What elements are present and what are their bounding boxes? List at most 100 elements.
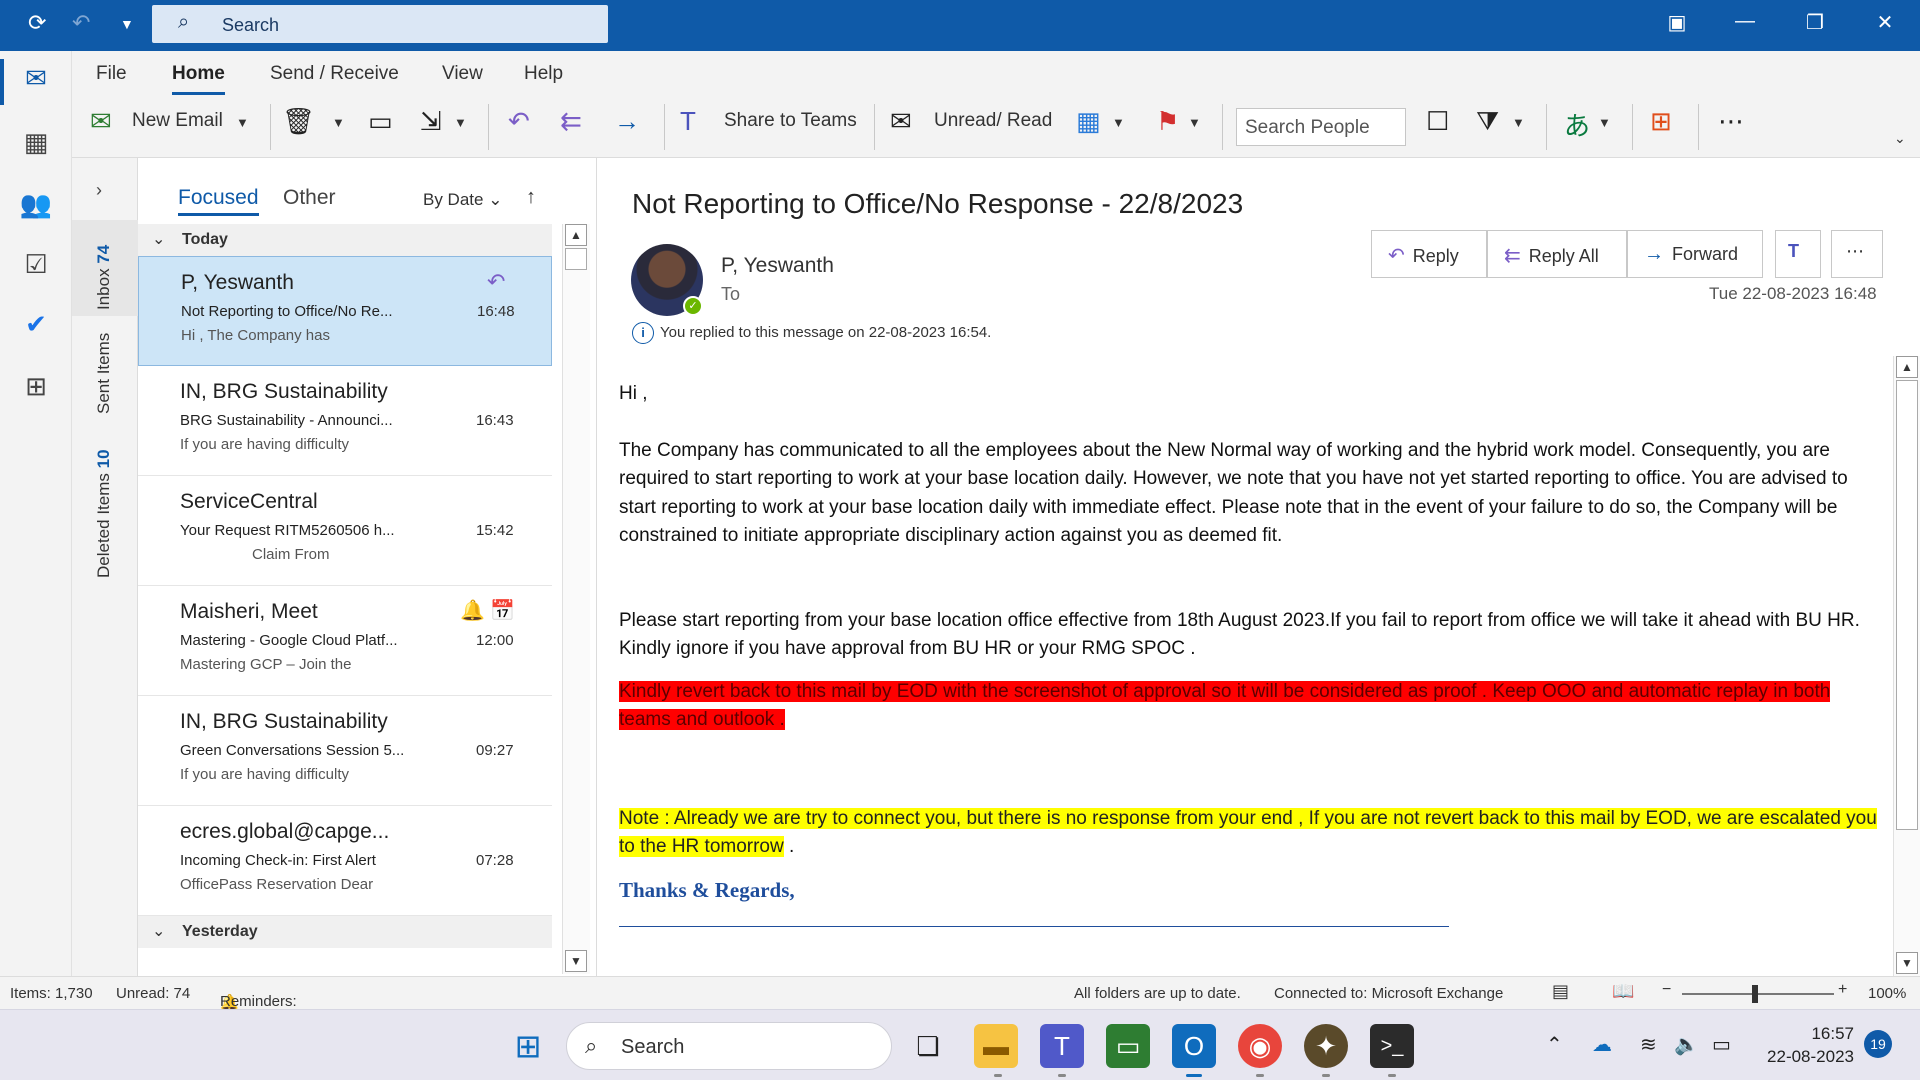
apps-icon[interactable]: ⊞: [18, 371, 54, 407]
reply-icon[interactable]: ↶: [508, 106, 530, 137]
mail-icon[interactable]: ✉: [18, 63, 54, 99]
flag-icon[interactable]: ⚑: [1156, 106, 1179, 137]
undo-icon[interactable]: ↶: [72, 10, 90, 36]
list-item[interactable]: IN, BRG Sustainability Green Conversatio…: [138, 696, 552, 806]
search-input[interactable]: ⌕ Search: [152, 5, 608, 43]
email-sender[interactable]: P, Yeswanth: [721, 254, 834, 278]
scroll-up-button[interactable]: ▲: [565, 224, 587, 246]
chrome-icon[interactable]: ◉: [1238, 1024, 1282, 1068]
scroll-down-button[interactable]: ▼: [1896, 952, 1918, 974]
message-list-scrollbar[interactable]: ▲ ▼: [562, 224, 590, 974]
file-explorer-icon[interactable]: ▬: [974, 1024, 1018, 1068]
battery-icon[interactable]: ▭: [1712, 1032, 1731, 1057]
addins-icon[interactable]: ⊞: [1650, 106, 1672, 137]
reply-button[interactable]: ↶ Reply: [1371, 230, 1487, 278]
chevron-up-icon[interactable]: ⌃: [1546, 1032, 1563, 1057]
reply-all-icon[interactable]: ⇇: [560, 106, 582, 137]
message-subject: Green Conversations Session 5...: [180, 742, 405, 759]
filter-dropdown-icon[interactable]: ▼: [1512, 115, 1525, 130]
list-item[interactable]: P, Yeswanth ↶ Not Reporting to Office/No…: [138, 256, 552, 366]
deleted-items-folder[interactable]: Deleted Items 10: [94, 449, 114, 578]
teams-chat-button[interactable]: T: [1775, 230, 1821, 278]
todo-icon[interactable]: ✔: [18, 309, 54, 345]
tab-home[interactable]: Home: [172, 63, 225, 95]
unread-read-button[interactable]: Unread/ Read: [934, 110, 1052, 132]
start-icon[interactable]: ⊞: [506, 1024, 550, 1068]
more-options-icon[interactable]: ⋯: [1718, 106, 1744, 137]
restore-button[interactable]: ❐: [1800, 10, 1830, 35]
zoom-out-button[interactable]: −: [1662, 981, 1671, 999]
onedrive-icon[interactable]: ☁: [1592, 1032, 1612, 1057]
system-clock[interactable]: 16:57 22-08-2023: [1754, 1022, 1854, 1068]
zoom-level[interactable]: 100%: [1868, 985, 1906, 1002]
close-button[interactable]: ✕: [1870, 10, 1900, 35]
teams-app-icon[interactable]: T: [1040, 1024, 1084, 1068]
sync-icon[interactable]: ⟳: [28, 10, 46, 36]
terminal-icon[interactable]: >_: [1370, 1024, 1414, 1068]
new-email-dropdown-icon[interactable]: ▼: [236, 115, 249, 130]
collapse-ribbon-icon[interactable]: ⌄: [1894, 130, 1906, 147]
sort-direction-icon[interactable]: ↑: [526, 186, 536, 209]
inbox-folder[interactable]: Inbox 74: [94, 245, 114, 310]
address-book-icon[interactable]: ☐: [1426, 106, 1449, 137]
volume-icon[interactable]: 🔈: [1674, 1032, 1699, 1057]
calendar-icon[interactable]: ▦: [18, 127, 54, 163]
list-item[interactable]: ecres.global@capge... Incoming Check-in:…: [138, 806, 552, 916]
ribbon-display-icon[interactable]: ▣: [1662, 10, 1692, 35]
group-header-today[interactable]: ⌄ Today: [138, 224, 552, 256]
translate-icon[interactable]: あ: [1564, 106, 1590, 143]
zoom-slider-thumb[interactable]: [1752, 985, 1758, 1003]
categorize-dropdown-icon[interactable]: ▼: [1112, 115, 1125, 130]
more-actions-button[interactable]: ⋯: [1831, 230, 1883, 278]
tab-other[interactable]: Other: [283, 186, 336, 210]
expand-folders-icon[interactable]: ›: [96, 180, 102, 201]
tab-file[interactable]: File: [96, 63, 127, 85]
share-to-teams-button[interactable]: Share to Teams: [724, 110, 857, 132]
tab-help[interactable]: Help: [524, 63, 563, 85]
move-icon[interactable]: ⇲: [420, 106, 442, 137]
tasks-icon[interactable]: ☑: [18, 249, 54, 285]
flag-dropdown-icon[interactable]: ▼: [1188, 115, 1201, 130]
reading-view-icon[interactable]: 📖: [1612, 981, 1634, 1002]
new-email-button[interactable]: New Email: [132, 110, 223, 132]
avatar[interactable]: ✓: [631, 244, 703, 316]
sort-by-date[interactable]: By Date ⌄: [423, 190, 502, 210]
sent-items-folder[interactable]: Sent Items: [94, 333, 114, 414]
wifi-icon[interactable]: ≋: [1640, 1032, 1657, 1057]
tab-view[interactable]: View: [442, 63, 483, 85]
delete-dropdown-icon[interactable]: ▼: [332, 115, 345, 130]
zoom-slider[interactable]: [1682, 993, 1834, 995]
zoom-in-button[interactable]: +: [1838, 981, 1847, 999]
task-view-icon[interactable]: ❏: [906, 1024, 950, 1068]
tab-send-receive[interactable]: Send / Receive: [270, 63, 399, 85]
group-header-yesterday[interactable]: ⌄ Yesterday: [138, 916, 552, 948]
normal-view-icon[interactable]: ▤: [1552, 981, 1569, 1002]
reply-all-button[interactable]: ⇇ Reply All: [1487, 230, 1627, 278]
forward-button[interactable]: → Forward: [1627, 230, 1763, 278]
list-item[interactable]: IN, BRG Sustainability BRG Sustainabilit…: [138, 366, 552, 476]
reading-pane-scrollbar[interactable]: ▲ ▼: [1893, 356, 1920, 976]
monitor-app-icon[interactable]: ▭: [1106, 1024, 1150, 1068]
tab-focused[interactable]: Focused: [178, 186, 259, 216]
people-icon[interactable]: 👥: [18, 189, 54, 225]
minimize-button[interactable]: —: [1730, 10, 1760, 33]
filter-icon[interactable]: ⧩: [1476, 106, 1499, 138]
list-item[interactable]: ServiceCentral Your Request RITM5260506 …: [138, 476, 552, 586]
categorize-icon[interactable]: ▦: [1076, 106, 1101, 137]
notification-badge[interactable]: 19: [1864, 1030, 1892, 1058]
scrollbar-thumb[interactable]: [565, 248, 587, 270]
scroll-up-button[interactable]: ▲: [1896, 356, 1918, 378]
move-dropdown-icon[interactable]: ▼: [454, 115, 467, 130]
list-item[interactable]: Maisheri, Meet 🔔 📅 Mastering - Google Cl…: [138, 586, 552, 696]
search-people-input[interactable]: Search People: [1236, 108, 1406, 146]
translate-dropdown-icon[interactable]: ▼: [1598, 115, 1611, 130]
scrollbar-thumb[interactable]: [1896, 380, 1918, 830]
taskbar-search[interactable]: ⌕ Search: [566, 1022, 892, 1070]
scroll-down-button[interactable]: ▼: [565, 950, 587, 972]
app-badge-icon[interactable]: ✦: [1304, 1024, 1348, 1068]
forward-icon[interactable]: →: [614, 106, 640, 137]
delete-icon[interactable]: 🗑: [282, 106, 315, 137]
outlook-app-icon[interactable]: O: [1172, 1024, 1216, 1068]
archive-icon[interactable]: ▭: [368, 106, 393, 137]
customize-toolbar-icon[interactable]: ▼: [120, 16, 134, 32]
